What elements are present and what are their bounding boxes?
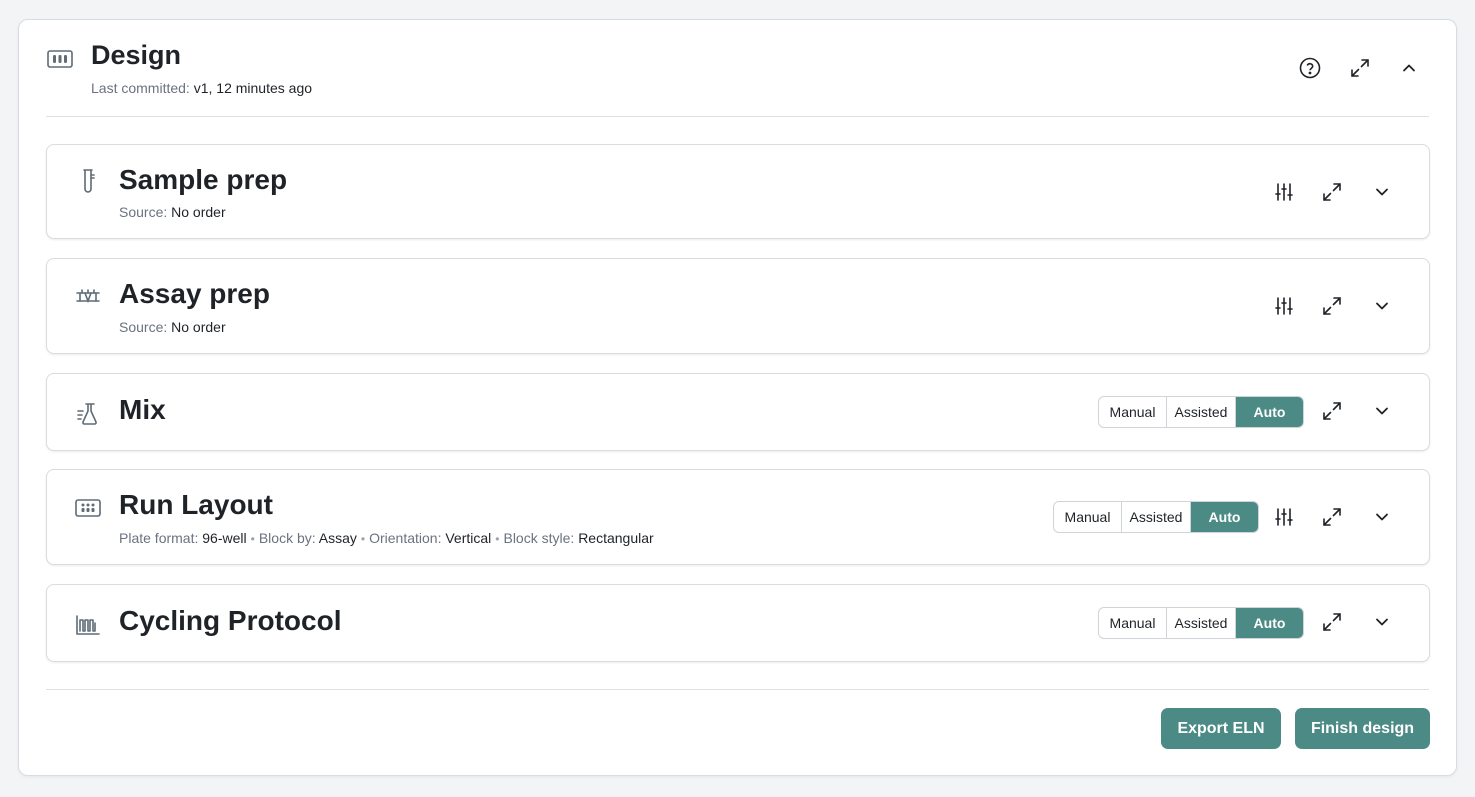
sliders-icon [1275,183,1293,201]
settings-button[interactable] [1269,177,1299,207]
section-title: Mix [119,394,166,425]
bench-icon [75,283,101,309]
source-label: Source: [119,204,168,220]
section-cycling-protocol[interactable]: Cycling Protocol Manual Assisted Auto [46,584,1430,662]
toggle-button[interactable] [1367,396,1397,426]
expand-button[interactable] [1317,502,1347,532]
plate-icon [75,495,101,521]
chevron-down-icon [1376,302,1388,310]
toggle-button[interactable] [1367,607,1397,637]
last-committed: Last committed: v1, 12 minutes ago [91,80,312,96]
mode-selector: Manual Assisted Auto [1098,396,1304,428]
design-card: Design Last committed: v1, 12 minutes ag… [18,19,1457,776]
expand-icon [1351,59,1369,77]
expand-button[interactable] [1317,291,1347,321]
sliders-icon [1275,297,1293,315]
collapse-button[interactable] [1394,53,1424,83]
chevron-down-icon [1376,618,1388,626]
mode-assisted-button[interactable]: Assisted [1167,608,1236,638]
help-icon [1299,57,1321,79]
export-eln-button[interactable]: Export ELN [1161,708,1281,749]
chevron-down-icon [1376,188,1388,196]
mode-manual-button[interactable]: Manual [1054,502,1122,532]
plate-format-value: 96-well [202,530,247,546]
mode-selector: Manual Assisted Auto [1053,501,1259,533]
section-run-layout[interactable]: Run Layout Plate format: 96-well • Block b… [46,469,1430,565]
section-assay-prep[interactable]: Assay prep Source: No order [46,258,1430,354]
expand-button[interactable] [1345,53,1375,83]
footer-divider [46,689,1429,690]
last-committed-label: Last committed: [91,80,190,96]
section-title: Run Layout [119,489,273,520]
section-title: Cycling Protocol [119,605,342,636]
block-by-label: Block by: [258,530,316,546]
toggle-button[interactable] [1367,502,1397,532]
mode-assisted-button[interactable]: Assisted [1167,397,1236,427]
finish-design-button[interactable]: Finish design [1295,708,1430,749]
layout-meta: Plate format: 96-well • Block by: Assay • Or… [119,530,654,546]
chevron-down-icon [1376,513,1388,521]
source-label: Source: [119,319,168,335]
block-by-value: Assay [318,530,357,546]
toggle-button[interactable] [1367,177,1397,207]
section-title: Sample prep [119,164,288,195]
expand-button[interactable] [1317,396,1347,426]
flask-icon [75,401,101,427]
section-mix[interactable]: Mix Manual Assisted Auto [46,373,1430,451]
settings-button[interactable] [1269,291,1299,321]
section-source: Source: No order [119,204,226,220]
section-title: Assay prep [119,278,270,309]
last-committed-value: v1, 12 minutes ago [193,80,313,96]
orientation-label: Orientation: [369,530,442,546]
mode-auto-button[interactable]: Auto [1236,397,1303,427]
mode-assisted-button[interactable]: Assisted [1122,502,1191,532]
sliders-icon [1275,508,1293,526]
mode-auto-button[interactable]: Auto [1191,502,1258,532]
expand-button[interactable] [1317,177,1347,207]
toggle-button[interactable] [1367,291,1397,321]
source-value: No order [171,319,226,335]
expand-button[interactable] [1317,607,1347,637]
plate-format-label: Plate format: [119,530,199,546]
section-sample-prep[interactable]: Sample prep Source: No order [46,144,1430,239]
design-header: Design Last committed: v1, 12 minutes ag… [19,20,1456,116]
block-style-value: Rectangular [578,530,654,546]
expand-icon [1323,613,1341,631]
settings-button[interactable] [1269,502,1299,532]
mode-selector: Manual Assisted Auto [1098,607,1304,639]
expand-icon [1323,297,1341,315]
mode-auto-button[interactable]: Auto [1236,608,1303,638]
test-tube-icon [75,168,101,194]
page-title: Design [91,40,182,70]
mode-manual-button[interactable]: Manual [1099,397,1167,427]
cycling-chart-icon [75,612,101,638]
expand-icon [1323,508,1341,526]
plate-grid-icon [47,50,73,68]
mode-manual-button[interactable]: Manual [1099,608,1167,638]
chevron-up-icon [1403,64,1415,72]
chevron-down-icon [1376,407,1388,415]
expand-icon [1323,402,1341,420]
expand-icon [1323,183,1341,201]
help-button[interactable] [1295,53,1325,83]
section-source: Source: No order [119,319,226,335]
orientation-value: Vertical [445,530,492,546]
source-value: No order [171,204,226,220]
block-style-label: Block style: [503,530,575,546]
header-divider [46,116,1429,117]
